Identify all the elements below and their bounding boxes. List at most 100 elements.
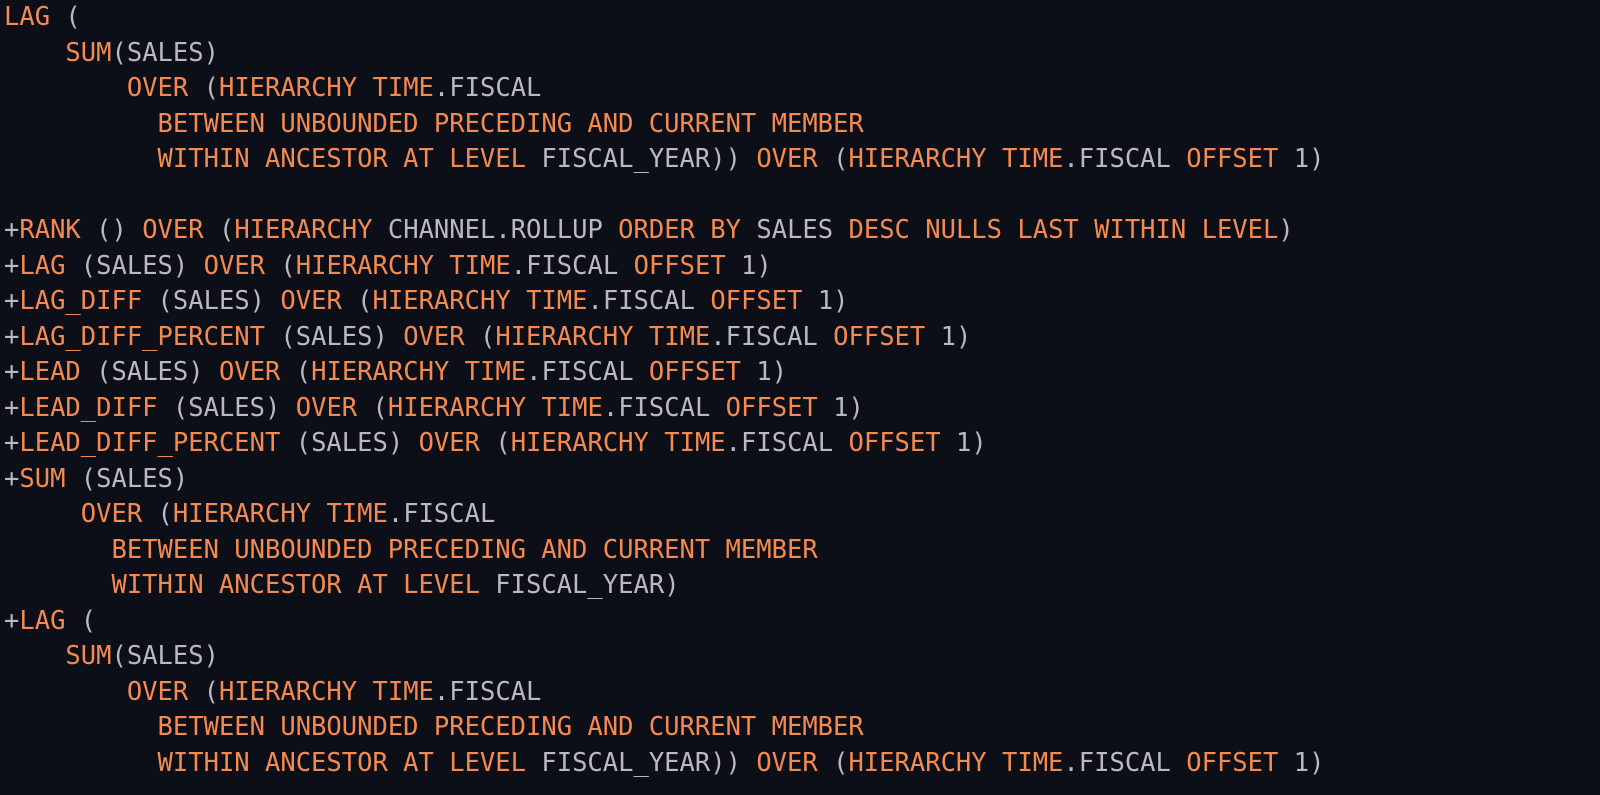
code-token-pn — [925, 322, 940, 352]
code-token-pn: ) — [833, 286, 849, 316]
code-token-pn: . — [587, 286, 603, 316]
code-token-pn: ) — [265, 392, 296, 423]
code-token-id: FISCAL — [618, 392, 711, 423]
code-token-pn: ( — [203, 215, 235, 245]
code-token-pn: ( — [80, 357, 112, 387]
code-token-pn — [4, 535, 111, 565]
code-token-pn: ( — [65, 605, 97, 636]
code-token-kw: WITHIN ANCESTOR AT LEVEL — [157, 144, 526, 174]
code-token-kw: LEAD — [19, 357, 81, 387]
code-line[interactable]: OVER (HIERARCHY TIME.FISCAL — [0, 497, 1600, 533]
code-line[interactable]: +LEAD_DIFF_PERCENT (SALES) OVER (HIERARC… — [0, 426, 1600, 462]
code-token-pn — [526, 748, 541, 778]
code-token-pn: ( — [50, 2, 81, 32]
code-token-pn — [4, 712, 158, 742]
code-line[interactable]: WITHIN ANCESTOR AT LEVEL FISCAL_YEAR)) O… — [0, 142, 1600, 178]
code-token-num: 1 — [741, 250, 757, 281]
code-token-id: SALES — [96, 250, 173, 281]
code-token-kw: TIME — [648, 321, 711, 352]
code-line[interactable]: LAG ( — [0, 0, 1600, 36]
code-token-pn: ( — [265, 321, 296, 352]
code-token-pn: . — [387, 499, 404, 529]
code-token-pn: ( — [142, 286, 173, 316]
code-token-kw: TIME — [326, 499, 388, 529]
code-token-pn: ) — [372, 321, 404, 352]
code-line[interactable]: OVER (HIERARCHY TIME.FISCAL — [0, 71, 1600, 107]
code-token-pn: ( — [280, 428, 312, 458]
code-line[interactable]: BETWEEN UNBOUNDED PRECEDING AND CURRENT … — [0, 710, 1600, 746]
code-token-kw: ORDER BY — [618, 215, 741, 245]
code-token-pn — [634, 322, 649, 352]
code-token-kw: WITHIN ANCESTOR AT LEVEL — [111, 570, 480, 600]
code-token-kw: TIME — [664, 428, 726, 458]
code-line[interactable]: +LEAD_DIFF (SALES) OVER (HIERARCHY TIME.… — [0, 391, 1600, 427]
code-token-kw: SUM — [65, 641, 112, 671]
code-token-id: FISCAL — [449, 73, 542, 103]
code-line[interactable]: SUM(SALES) — [0, 36, 1600, 72]
code-token-pn — [1171, 144, 1186, 174]
code-line[interactable]: BETWEEN UNBOUNDED PRECEDING AND CURRENT … — [0, 107, 1600, 143]
code-token-pn: ( — [357, 392, 388, 423]
code-token-pn — [1278, 144, 1293, 174]
code-line[interactable] — [0, 178, 1600, 214]
code-token-kw: HIERARCHY — [848, 747, 987, 778]
code-token-kw: OFFSET — [848, 428, 941, 458]
code-line[interactable]: +LAG (SALES) OVER (HIERARCHY TIME.FISCAL… — [0, 249, 1600, 285]
code-token-kw: TIME — [526, 286, 588, 316]
code-line[interactable]: SUM(SALES) — [0, 639, 1600, 675]
code-token-kw: OFFSET — [633, 250, 726, 281]
code-token-pn: ( — [464, 321, 496, 352]
code-token-kw: LEAD_DIFF_PERCENT — [19, 428, 281, 458]
code-line[interactable]: WITHIN ANCESTOR AT LEVEL FISCAL_YEAR) — [0, 568, 1600, 604]
code-token-pn: ( — [65, 250, 97, 281]
code-token-num: 1 — [955, 428, 972, 458]
code-token-pn: . — [710, 321, 726, 352]
code-token-pn — [1278, 748, 1293, 778]
code-token-id: SALES — [126, 37, 204, 68]
code-token-kw: OVER — [756, 144, 818, 174]
code-token-kw: TIME — [1001, 144, 1064, 174]
code-token-pn: . — [510, 250, 527, 281]
code-token-pn: ) — [203, 641, 219, 671]
code-token-pn: ) — [756, 250, 772, 281]
code-token-pn — [357, 677, 372, 707]
code-token-pn — [449, 357, 464, 387]
code-token-kw: TIME — [372, 676, 434, 707]
code-line[interactable]: +LAG_DIFF_PERCENT (SALES) OVER (HIERARCH… — [0, 320, 1600, 356]
code-token-mk: + — [4, 357, 20, 387]
code-token-pn — [710, 393, 725, 423]
code-token-kw: HIERARCHY — [387, 392, 527, 423]
code-token-kw: OVER — [203, 250, 266, 281]
code-token-pn: . — [1063, 747, 1079, 778]
code-token-pn — [618, 251, 633, 281]
code-line[interactable]: +RANK () OVER (HIERARCHY CHANNEL.ROLLUP … — [0, 213, 1600, 249]
code-token-kw: DESC NULLS LAST WITHIN LEVEL — [848, 215, 1279, 245]
code-token-kw: HIERARCHY — [234, 215, 373, 245]
code-token-kw: SUM — [19, 463, 66, 494]
code-line[interactable]: +SUM (SALES) — [0, 462, 1600, 498]
code-token-kw: HIERARCHY — [218, 676, 358, 707]
code-token-num: 1 — [1293, 144, 1310, 174]
code-line[interactable]: +LAG ( — [0, 604, 1600, 640]
code-line[interactable]: OVER (HIERARCHY TIME.FISCAL — [0, 675, 1600, 711]
code-editor-surface[interactable]: LAG ( SUM(SALES) OVER (HIERARCHY TIME.FI… — [0, 0, 1600, 795]
code-line[interactable]: BETWEEN UNBOUNDED PRECEDING AND CURRENT … — [0, 533, 1600, 569]
code-token-pn: ) — [848, 392, 864, 423]
code-token-id: FISCAL — [725, 321, 818, 352]
code-token-kw: HIERARCHY — [218, 73, 358, 103]
code-token-pn — [4, 570, 111, 600]
code-line[interactable]: +LAG_DIFF (SALES) OVER (HIERARCHY TIME.F… — [0, 284, 1600, 320]
code-token-kw: SUM — [65, 37, 112, 68]
code-token-pn: ( — [479, 428, 511, 458]
code-token-id: FISCAL — [403, 499, 496, 529]
code-token-pn — [695, 286, 710, 316]
code-line[interactable]: +LEAD (SALES) OVER (HIERARCHY TIME.FISCA… — [0, 355, 1600, 391]
code-token-pn: ) — [172, 463, 189, 494]
code-token-pn — [4, 748, 158, 778]
code-line[interactable]: WITHIN ANCESTOR AT LEVEL FISCAL_YEAR)) O… — [0, 746, 1600, 782]
code-token-id: SALES — [295, 321, 373, 352]
code-token-kw: TIME — [449, 250, 511, 281]
code-token-pn: ) — [971, 428, 987, 458]
code-token-kw: OFFSET — [710, 286, 803, 316]
code-token-kw: HIERARCHY — [372, 286, 511, 316]
